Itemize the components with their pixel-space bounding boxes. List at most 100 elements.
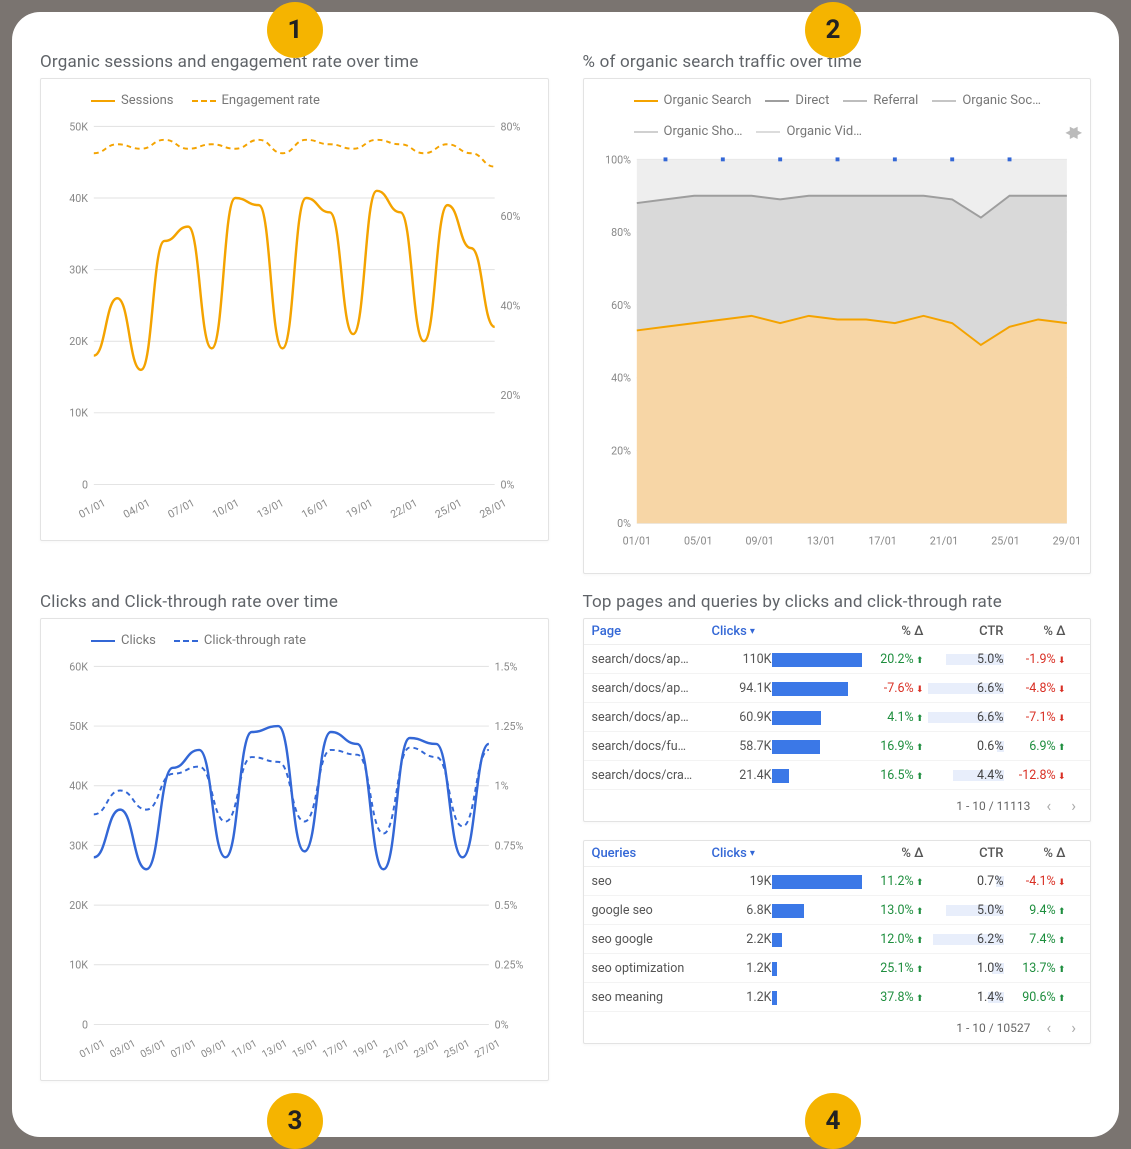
panel-traffic-share: % of organic search traffic over time Or… (583, 52, 1092, 574)
svg-text:0: 0 (82, 478, 88, 491)
svg-text:09/01: 09/01 (745, 535, 773, 548)
legend: Organic Search Direct Referral Organic S… (594, 87, 1081, 143)
pager-prev-icon[interactable]: ‹ (1042, 796, 1055, 815)
pager-next-icon[interactable]: › (1067, 796, 1080, 815)
col-pdelta[interactable]: % Δ (862, 624, 924, 639)
svg-text:30K: 30K (69, 839, 88, 852)
cell-bar (772, 737, 862, 755)
cell-clicks: 60.9K (712, 710, 772, 725)
svg-text:20%: 20% (501, 389, 521, 402)
col-query[interactable]: Queries (592, 846, 712, 861)
svg-text:0%: 0% (501, 478, 515, 491)
legend-item: Referral (843, 93, 918, 108)
col-pdelta[interactable]: % Δ (862, 846, 924, 861)
svg-text:17/01: 17/01 (868, 535, 896, 548)
cell-pdelta: 13.0% (862, 903, 924, 918)
svg-text:0.25%: 0.25% (495, 959, 524, 972)
traffic-chart[interactable]: 0%20%40%60%80%100%01/0105/0109/0113/0117… (594, 143, 1081, 563)
table-row[interactable]: search/docs/ap…94.1K-7.6%6.6%-4.8% (584, 674, 1091, 703)
cell-ctr: 0.6% (924, 739, 1004, 754)
legend-item: Organic Sho… (634, 124, 743, 139)
cell-bar (772, 959, 862, 977)
table-row[interactable]: search/docs/ap…60.9K4.1%6.6%-7.1% (584, 703, 1091, 732)
col-clicks[interactable]: Clicks (712, 624, 772, 639)
svg-text:19/01: 19/01 (352, 1038, 381, 1060)
svg-text:04/01: 04/01 (121, 496, 152, 521)
cell-pdelta: 4.1% (862, 710, 924, 725)
col-ctr[interactable]: CTR (924, 846, 1004, 861)
panel-title: Clicks and Click-through rate over time (40, 592, 549, 612)
svg-text:23/01: 23/01 (412, 1038, 441, 1060)
svg-text:05/01: 05/01 (139, 1038, 168, 1060)
svg-text:27/01: 27/01 (473, 1038, 502, 1060)
cell-name: search/docs/ap… (592, 652, 712, 667)
svg-text:50K: 50K (69, 120, 88, 133)
table-row[interactable]: search/docs/ap…110K20.2%5.0%-1.9% (584, 645, 1091, 674)
cell-cdelta: -1.9% (1004, 652, 1066, 667)
cell-bar (772, 872, 862, 890)
svg-text:13/01: 13/01 (806, 535, 834, 548)
legend-pager[interactable]: ◀ ▶ (1065, 122, 1076, 141)
svg-text:1%: 1% (495, 780, 509, 793)
table-row[interactable]: seo google2.2K12.0%6.2%7.4% (584, 925, 1091, 954)
svg-text:25/01: 25/01 (991, 535, 1019, 548)
cell-bar (772, 930, 862, 948)
svg-text:40%: 40% (501, 299, 521, 312)
cell-clicks: 58.7K (712, 739, 772, 754)
table-row[interactable]: search/docs/fu…58.7K16.9%0.6%6.9% (584, 732, 1091, 761)
cell-ctr: 6.6% (924, 681, 1004, 696)
cell-cdelta: 13.7% (1004, 961, 1066, 976)
svg-text:17/01: 17/01 (321, 1038, 350, 1060)
table-row[interactable]: google seo6.8K13.0%5.0%9.4% (584, 896, 1091, 925)
svg-text:0%: 0% (495, 1018, 509, 1031)
sessions-chart[interactable]: 010K20K30K40K50K0%20%40%60%80%01/0104/01… (51, 110, 538, 530)
cell-clicks: 21.4K (712, 768, 772, 783)
svg-text:10K: 10K (69, 407, 88, 420)
table-row[interactable]: seo meaning1.2K37.8%1.4%90.6% (584, 983, 1091, 1012)
cell-cdelta: -4.1% (1004, 874, 1066, 889)
col-ctr[interactable]: CTR (924, 624, 1004, 639)
svg-text:60%: 60% (501, 210, 521, 223)
table-row[interactable]: seo optimization1.2K25.1%1.0%13.7% (584, 954, 1091, 983)
col-cdelta[interactable]: % Δ (1004, 624, 1066, 639)
table-row[interactable]: search/docs/cra…21.4K16.5%4.4%-12.8% (584, 761, 1091, 790)
col-cdelta[interactable]: % Δ (1004, 846, 1066, 861)
badge-2: 2 (805, 2, 861, 58)
svg-text:0: 0 (82, 1018, 88, 1031)
svg-text:40K: 40K (69, 780, 88, 793)
cell-clicks: 1.2K (712, 990, 772, 1005)
pager: 1 - 10 / 10527 ‹ › (584, 1012, 1091, 1043)
dashboard: 1 2 3 4 Organic sessions and engagement … (12, 12, 1119, 1137)
cell-bar (772, 766, 862, 784)
svg-text:100%: 100% (605, 153, 631, 166)
pages-table: Page Clicks % Δ CTR % Δ search/docs/ap…1… (583, 618, 1092, 822)
cell-cdelta: 6.9% (1004, 739, 1066, 754)
svg-text:16/01: 16/01 (299, 496, 330, 521)
cell-ctr: 1.4% (924, 990, 1004, 1005)
pager-prev-icon[interactable]: ‹ (1042, 1018, 1055, 1037)
cell-name: seo optimization (592, 961, 712, 976)
clicks-chart[interactable]: 010K20K30K40K50K60K0%0.25%0.5%0.75%1%1.2… (51, 650, 538, 1070)
cell-cdelta: -7.1% (1004, 710, 1066, 725)
svg-text:22/01: 22/01 (388, 496, 419, 521)
svg-text:40K: 40K (69, 192, 88, 205)
svg-text:29/01: 29/01 (1052, 535, 1080, 548)
col-page[interactable]: Page (592, 624, 712, 639)
cell-pdelta: 16.9% (862, 739, 924, 754)
legend-item: Sessions (91, 93, 174, 108)
cell-name: seo google (592, 932, 712, 947)
pager-next-icon[interactable]: › (1067, 1018, 1080, 1037)
svg-text:01/01: 01/01 (622, 535, 650, 548)
svg-text:05/01: 05/01 (684, 535, 712, 548)
legend-item: Organic Search (634, 93, 752, 108)
svg-text:25/01: 25/01 (433, 496, 464, 521)
col-clicks[interactable]: Clicks (712, 846, 772, 861)
cell-cdelta: -12.8% (1004, 768, 1066, 783)
cell-pdelta: 20.2% (862, 652, 924, 667)
cell-ctr: 0.7% (924, 874, 1004, 889)
table-row[interactable]: seo19K11.2%0.7%-4.1% (584, 867, 1091, 896)
badge-1: 1 (267, 2, 323, 58)
cell-pdelta: 25.1% (862, 961, 924, 976)
svg-text:60K: 60K (69, 660, 88, 673)
cell-bar (772, 679, 862, 697)
